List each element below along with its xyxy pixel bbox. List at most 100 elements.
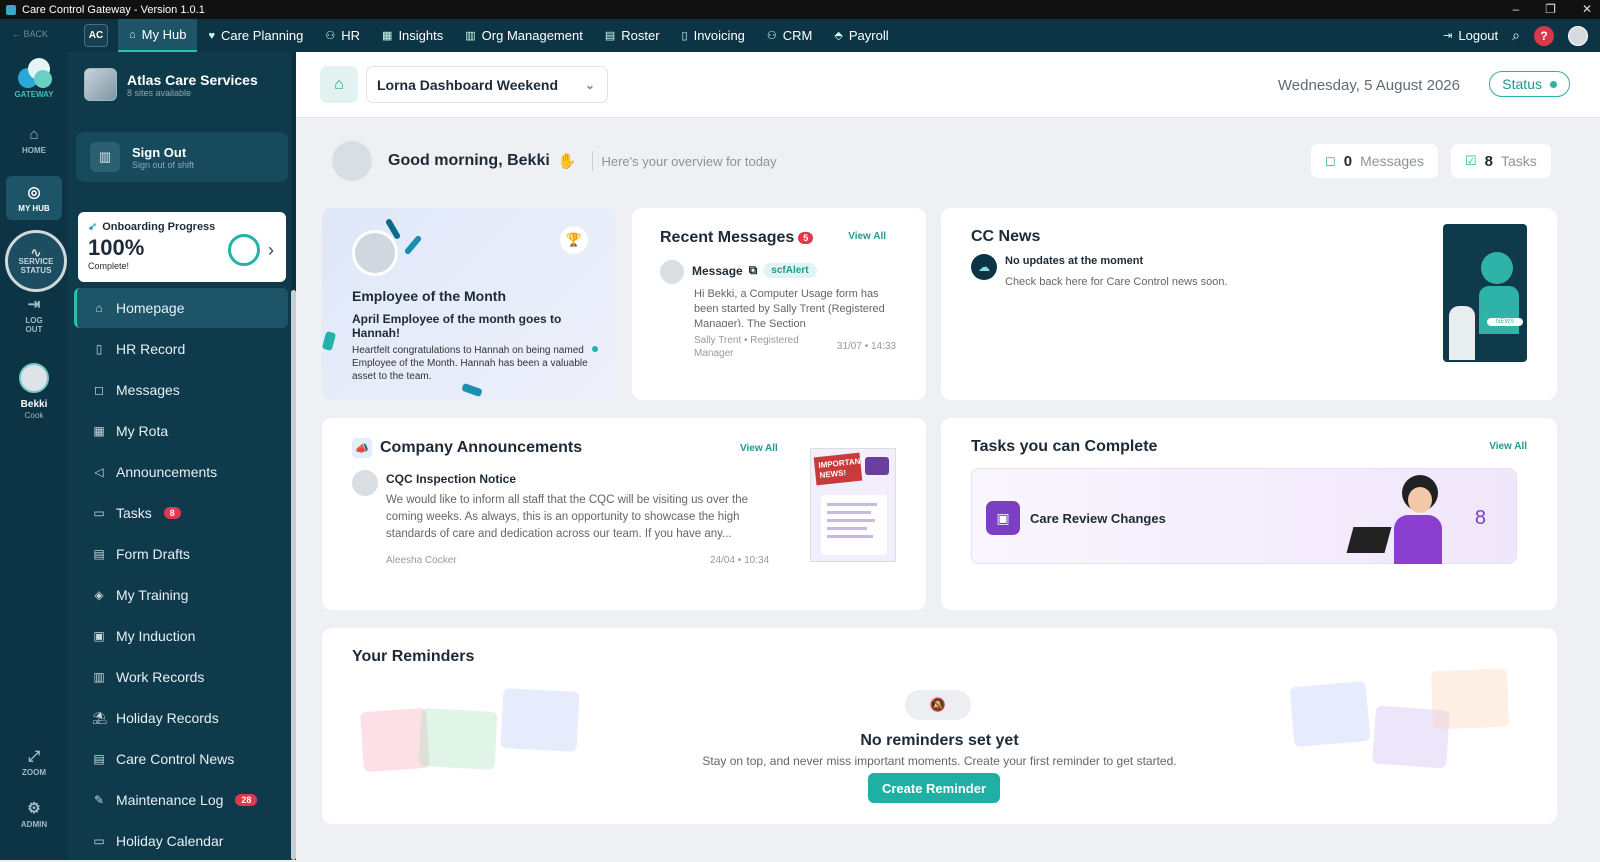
onboarding-progress-card[interactable]: ➹ Onboarding Progress 100% Complete! › (78, 212, 286, 282)
back-button[interactable]: ← BACK (12, 29, 48, 39)
rail-log-out[interactable]: ⇥ LOG OUT (6, 292, 62, 336)
tasks-view-all-link[interactable]: View All (1489, 441, 1527, 452)
count-badge: 28 (235, 794, 258, 806)
rail-admin[interactable]: ⚙ ADMIN (6, 792, 62, 836)
service-status-button[interactable]: ∿ SERVICE STATUS (5, 230, 67, 292)
message-item[interactable]: Message ⧉ scfAlert (692, 263, 817, 278)
sidebar-item-homepage[interactable]: ⌂ Homepage (74, 288, 288, 328)
tab-crm[interactable]: ⚇ CRM (756, 19, 823, 52)
nav-icon: ♥ (208, 29, 215, 42)
sidebar-item-my-induction[interactable]: ▣ My Induction (74, 616, 288, 656)
tab-org-management[interactable]: ▥ Org Management (454, 19, 594, 52)
sidebar-item-care-control-news[interactable]: ▤ Care Control News (74, 739, 288, 779)
external-link-icon[interactable]: ⧉ (749, 263, 758, 278)
home-icon[interactable]: ⌂ (320, 66, 358, 103)
user-role: Cook (24, 411, 44, 420)
maximize-button[interactable]: ❐ (1545, 0, 1556, 19)
close-button[interactable]: ✕ (1582, 0, 1592, 19)
tasks-card: Tasks you can Complete View All ▣ Care R… (941, 418, 1557, 610)
status-dot (1550, 80, 1557, 88)
create-reminder-button[interactable]: Create Reminder (868, 773, 1000, 803)
user-avatar[interactable] (1568, 25, 1588, 46)
menu-icon: ▤ (93, 752, 105, 766)
status-button[interactable]: Status (1489, 71, 1570, 97)
tab-label: Care Planning (220, 28, 304, 43)
confetti-decoration (322, 331, 337, 351)
search-icon[interactable]: ⌕ (1512, 27, 1520, 44)
org-sites: 8 sites available (127, 87, 192, 98)
tab-roster[interactable]: ▤ Roster (594, 19, 671, 52)
tab-hr[interactable]: ⚇ HR (314, 19, 371, 52)
sign-out-shift-button[interactable]: ▥ Sign Out Sign out of shift (76, 132, 288, 182)
tab-insights[interactable]: ▦ Insights (371, 19, 454, 52)
reminders-card: Your Reminders 🔕 No reminders set yet St… (322, 628, 1557, 824)
task-item[interactable]: ▣ Care Review Changes 8 (971, 468, 1517, 564)
rail-my-hub[interactable]: ◎ MY HUB (6, 176, 62, 220)
rail-log-out-label: LOG OUT (25, 315, 43, 334)
sidebar-item-work-records[interactable]: ▥ Work Records (74, 657, 288, 697)
current-date: Wednesday, 5 August 2026 (1277, 77, 1460, 94)
dashboard-select[interactable]: Lorna Dashboard Weekend ⌄ (366, 66, 608, 103)
announcements-view-all-link[interactable]: View All (740, 443, 778, 454)
app-icon (6, 4, 16, 15)
sidebar-item-holiday-calendar[interactable]: ▭ Holiday Calendar (74, 821, 288, 861)
sidebar-item-my-rota[interactable]: ▦ My Rota (74, 411, 288, 451)
menu-icon: ⌂ (95, 301, 103, 315)
account-badge[interactable]: AC (84, 24, 108, 47)
messages-view-all-link[interactable]: View All (848, 231, 886, 242)
sidebar-item-label: My Training (116, 587, 189, 603)
employee-of-month-card[interactable]: 🏆 Employee of the Month April Employee o… (322, 208, 616, 400)
user-avatar[interactable] (19, 363, 49, 393)
messages-summary-button[interactable]: ◻ 0 Messages (1311, 144, 1438, 178)
cc-news-card: CC News ☁ No updates at the moment Check… (941, 208, 1557, 400)
sidebar-item-label: My Induction (116, 628, 196, 644)
pulse-icon: ∿ (30, 244, 42, 260)
progress-ring (228, 234, 260, 266)
announcement-author: Aleesha Cocker (386, 555, 457, 566)
tab-care-planning[interactable]: ♥ Care Planning (197, 19, 314, 52)
tab-payroll[interactable]: ⬘ Payroll (823, 19, 899, 52)
tasks-summary-button[interactable]: ☑ 8 Tasks (1451, 144, 1551, 178)
gateway-logo[interactable]: GATEWAY (10, 56, 58, 99)
rail-home[interactable]: ⌂ HOME (6, 118, 62, 162)
sidebar-item-messages[interactable]: ◻ Messages (74, 370, 288, 410)
menu-icon: ▭ (93, 506, 105, 520)
zoom-icon: ⤢ (27, 747, 40, 765)
tab-my-hub[interactable]: ⌂ My Hub (118, 19, 198, 52)
logo-icon (14, 56, 54, 90)
org-switcher[interactable]: Atlas Care Services 8 sites available (84, 68, 258, 101)
sidebar-item-hr-record[interactable]: ▯ HR Record (74, 329, 288, 369)
back-label: BACK (23, 29, 49, 39)
sidebar-item-form-drafts[interactable]: ▤ Form Drafts (74, 534, 288, 574)
confetti-decoration (461, 382, 483, 398)
main-content: ⌂ Lorna Dashboard Weekend ⌄ Wednesday, 5 … (296, 52, 1600, 860)
sidebar-item-my-training[interactable]: ◈ My Training (74, 575, 288, 615)
bell-off-icon: 🔕 (905, 690, 971, 720)
top-navigation: ← BACK AC ⌂ My Hub ♥ Care Planning ⚇ HR ▦ Insig… (0, 19, 1600, 52)
home-icon: ⌂ (29, 125, 39, 143)
sticky-note-decoration (1431, 668, 1509, 730)
rail-my-hub-label: MY HUB (18, 204, 50, 213)
help-icon[interactable]: ? (1534, 25, 1554, 46)
sidebar-item-announcements[interactable]: ◁ Announcements (74, 452, 288, 492)
tab-label: CRM (782, 28, 813, 43)
sidebar-item-label: Holiday Calendar (116, 833, 224, 849)
logout-button[interactable]: ⇥ Logout (1443, 19, 1498, 52)
sidebar-item-maintenance-log[interactable]: ✎ Maintenance Log 28 (74, 780, 288, 820)
sidebar-item-holiday-records[interactable]: ⛱ Holiday Records (74, 698, 288, 738)
message-time: 31/07 • 14:33 (836, 341, 896, 352)
recent-messages-title: Recent Messages 5 (660, 229, 814, 247)
minimize-button[interactable]: – (1512, 0, 1519, 19)
recent-messages-card: Recent Messages 5 View All Message ⧉ scfAle… (632, 208, 926, 400)
tab-invoicing[interactable]: ▯ Invoicing (671, 19, 756, 52)
menu-icon: ⛱ (92, 711, 108, 725)
sidebar-item-label: Tasks (116, 505, 152, 521)
announcement-image[interactable]: IMPORTANT NEWS! (810, 448, 896, 562)
rail-zoom[interactable]: ⤢ ZOOM (6, 740, 62, 784)
org-name: Atlas Care Services (127, 71, 258, 88)
announcement-title[interactable]: CQC Inspection Notice (386, 472, 516, 486)
sidebar: Atlas Care Services 8 sites available ▥ … (68, 52, 296, 860)
menu-icon: ▣ (93, 629, 105, 643)
employee-avatar (352, 230, 398, 276)
sidebar-item-tasks[interactable]: ▭ Tasks 8 (74, 493, 288, 533)
